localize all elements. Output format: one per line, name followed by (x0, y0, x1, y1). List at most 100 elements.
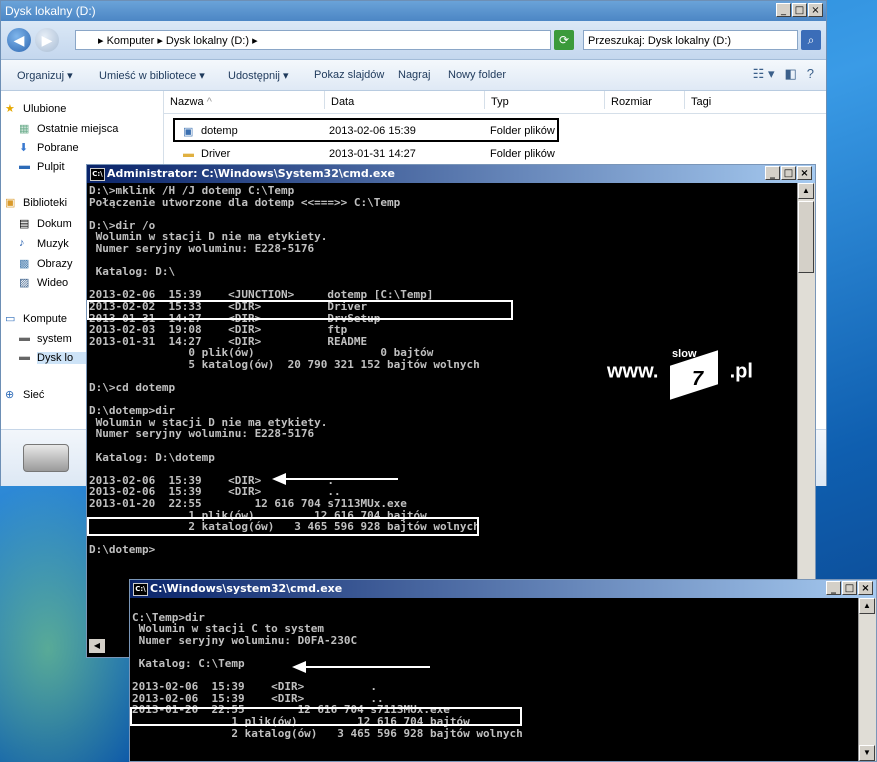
cmd-titlebar[interactable]: C:\ C:\Windows\system32\cmd.exe _ □ × (130, 580, 876, 598)
pictures-icon: ▩ (19, 258, 30, 270)
drive-icon: ▬ (19, 351, 30, 363)
nav-videos[interactable]: ▨ Wideo (19, 277, 68, 289)
scroll-left-icon[interactable]: ◀ (89, 639, 105, 653)
maximize-button[interactable]: □ (781, 166, 796, 180)
cmd-line: Katalog: D:\ (89, 265, 176, 279)
file-date: 2013-01-31 14:27 (329, 148, 416, 160)
burn-button[interactable]: Nagraj (398, 69, 430, 81)
cmd-line: Katalog: C:\Temp (132, 656, 245, 670)
highlight-box (173, 118, 559, 142)
minimize-button[interactable]: _ (826, 581, 841, 595)
new-folder-button[interactable]: Nowy folder (448, 69, 506, 81)
view-options-icon[interactable]: ☷ ▾ (753, 66, 775, 82)
include-library-button[interactable]: Umieść w bibliotece ▾ (99, 69, 205, 82)
desktop-icon: ▬ (19, 160, 30, 172)
cmd-title: C:\Windows\system32\cmd.exe (150, 582, 343, 595)
cmd-line (89, 208, 797, 220)
computer-icon: ▭ (5, 313, 16, 325)
cmd-line: 2013-02-06 15:39 <DIR> . (132, 680, 378, 694)
cmd-line: 2013-02-03 19:08 <DIR> ftp (89, 323, 348, 337)
cmd-line: D:\dotemp> (89, 543, 156, 557)
explorer-titlebar[interactable]: Dysk lokalny (D:) _ □ × (1, 1, 826, 21)
arrow-line (284, 478, 398, 480)
nav-documents[interactable]: ▤ Dokum (19, 218, 72, 230)
close-button[interactable]: × (797, 166, 812, 180)
nav-downloads[interactable]: ⬇ Pobrane (19, 142, 79, 154)
maximize-button[interactable]: □ (792, 3, 807, 17)
preview-pane-icon[interactable]: ◧ (784, 66, 796, 82)
column-headers: Nazwa ^ Data Typ Rozmiar Tagi (164, 91, 826, 114)
slideshow-button[interactable]: Pokaz slajdów (314, 69, 384, 81)
close-button[interactable]: × (858, 581, 873, 595)
highlight-exe-d (87, 517, 479, 536)
scroll-up-icon[interactable]: ▲ (859, 598, 875, 614)
documents-icon: ▤ (19, 218, 30, 230)
scrollbar[interactable]: ▲ ▼ (858, 598, 876, 761)
cmd-line (89, 394, 797, 406)
nav-network[interactable]: ⊕ Sieć (5, 389, 44, 401)
minimize-button[interactable]: _ (776, 3, 791, 17)
highlight-exe-c (130, 707, 522, 726)
star-icon: ★ (5, 103, 15, 115)
column-tags[interactable]: Tagi (684, 91, 803, 109)
downloads-icon: ⬇ (19, 142, 29, 154)
folder-icon: ▬ (183, 148, 194, 160)
nav-pictures[interactable]: ▩ Obrazy (19, 258, 72, 270)
nav-recent[interactable]: ▦ Ostatnie miejsca (19, 123, 118, 135)
forward-button[interactable]: ▶ (35, 28, 59, 52)
highlight-junction (87, 300, 513, 320)
nav-computer[interactable]: ▭ Kompute (5, 313, 67, 325)
cmd-line: Numer seryjny woluminu: E228-5176 (89, 427, 315, 441)
refresh-icon[interactable]: ⟳ (554, 30, 574, 50)
nav-music[interactable]: ♪ Muzyk (19, 237, 69, 250)
cmd-line (89, 440, 797, 452)
help-icon[interactable]: ? (807, 66, 814, 82)
videos-icon: ▨ (19, 277, 30, 289)
site-logo: www. slow 7 .pl (607, 348, 753, 400)
column-size[interactable]: Rozmiar (604, 91, 683, 109)
search-placeholder: Przeszukaj: Dysk lokalny (D:) (588, 35, 732, 47)
cmd-title: Administrator: C:\Windows\System32\cmd.e… (107, 167, 395, 180)
file-type: Folder plików (490, 148, 555, 160)
cmd-line: 2 katalog(ów) 3 465 596 928 bajtów wolny… (132, 726, 523, 740)
organize-button[interactable]: Organizuj ▾ (17, 69, 73, 82)
nav-libraries[interactable]: ▣ Biblioteki (5, 197, 67, 209)
cmd-output[interactable]: C:\Temp>dir Wolumin w stacji C to system… (132, 600, 858, 761)
minimize-button[interactable]: _ (765, 166, 780, 180)
cmd-line (89, 255, 797, 267)
nav-system-drive[interactable]: ▬ system (19, 332, 72, 345)
cmd-window-user: C:\ C:\Windows\system32\cmd.exe _ □ × C:… (129, 579, 877, 762)
file-name: Driver (201, 148, 231, 160)
logo-badge: slow 7 (666, 348, 722, 400)
search-icon[interactable]: ⌕ (801, 30, 821, 50)
cmd-titlebar[interactable]: C:\ Administrator: C:\Windows\System32\c… (87, 165, 815, 183)
scroll-up-icon[interactable]: ▲ (798, 183, 814, 199)
arrow-line (304, 666, 430, 668)
column-name[interactable]: Nazwa ^ (164, 91, 322, 109)
cmd-icon: C:\ (133, 583, 148, 596)
search-input[interactable]: Przeszukaj: Dysk lokalny (D:) (583, 30, 798, 50)
back-button[interactable]: ◀ (7, 28, 31, 52)
maximize-button[interactable]: □ (842, 581, 857, 595)
cmd-line (132, 600, 858, 612)
nav-desktop[interactable]: ▬ Pulpit (19, 160, 65, 173)
cmd-line: Numer seryjny woluminu: D0FA-230C (132, 633, 358, 647)
libraries-icon: ▣ (5, 197, 16, 209)
drive-preview-icon (23, 444, 69, 472)
window-title: Dysk lokalny (D:) (5, 4, 96, 18)
scroll-down-icon[interactable]: ▼ (859, 745, 875, 761)
address-input[interactable]: ▸ Komputer ▸ Dysk lokalny (D:) ▸ (75, 30, 551, 50)
cmd-line: D:\>mklink /H /J dotemp C:\Temp (89, 185, 295, 197)
close-button[interactable]: × (808, 3, 823, 17)
cmd-line: Numer seryjny woluminu: E228-5176 (89, 241, 315, 255)
column-type[interactable]: Typ (484, 91, 603, 109)
nav-favorites[interactable]: ★ Ulubione (5, 103, 66, 115)
scroll-thumb[interactable] (798, 201, 814, 273)
cmd-line: Połączenie utworzone dla dotemp <<===>> … (89, 195, 401, 209)
cmd-line: 2013-01-20 22:55 12 616 704 s7113MUx.exe (89, 497, 407, 511)
cmd-icon: C:\ (90, 168, 105, 181)
share-button[interactable]: Udostępnij ▾ (228, 69, 289, 82)
column-date[interactable]: Data (324, 91, 483, 109)
music-icon: ♪ (19, 237, 25, 249)
cmd-line: Katalog: D:\dotemp (89, 450, 215, 464)
